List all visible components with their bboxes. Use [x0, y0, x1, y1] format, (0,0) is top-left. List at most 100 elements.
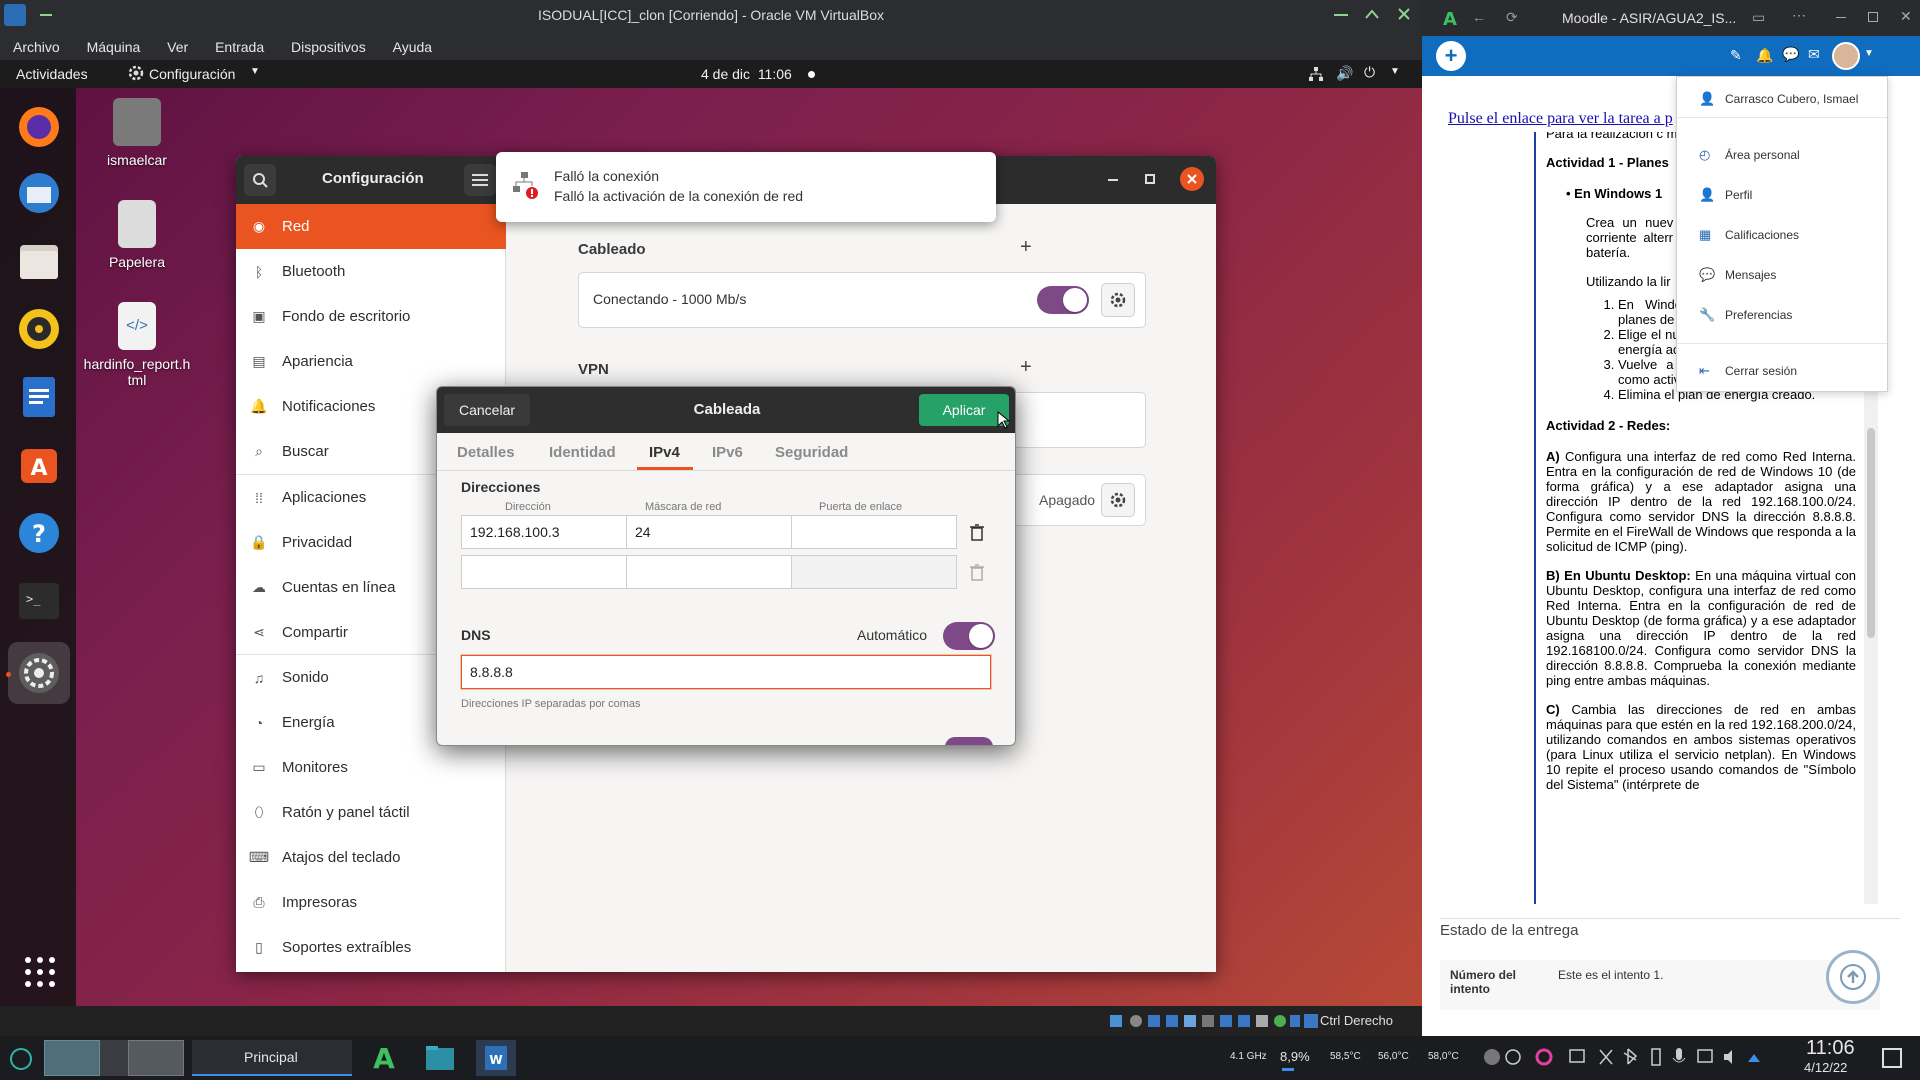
sidebar-item-red[interactable]: ◉ Red	[236, 204, 506, 249]
add-vpn-button[interactable]: +	[1020, 356, 1032, 379]
proxy-settings-button[interactable]	[1101, 483, 1135, 517]
scrollbar-thumb[interactable]	[1867, 428, 1875, 638]
close-button[interactable]: ✕	[1900, 8, 1912, 25]
avatar[interactable]	[1832, 42, 1860, 70]
minimize-button[interactable]	[1334, 14, 1348, 16]
menu-ver[interactable]: Ver	[154, 32, 198, 55]
gateway-field-1[interactable]	[791, 515, 957, 549]
add-button[interactable]: +	[1436, 41, 1466, 71]
app-icon-green-a[interactable]: A	[364, 1040, 404, 1076]
power-icon[interactable]: ⏻	[1364, 64, 1375, 81]
libreoffice-writer-icon[interactable]	[14, 372, 64, 422]
terminal-icon[interactable]: >_	[14, 576, 64, 626]
tab-identidad[interactable]: Identidad	[549, 444, 616, 461]
firefox-icon[interactable]	[14, 102, 64, 152]
address-field-1[interactable]: 192.168.100.3	[461, 515, 627, 549]
back-icon[interactable]: ←	[1472, 9, 1486, 25]
tab-detalles[interactable]: Detalles	[457, 444, 515, 461]
menu-dispositivos[interactable]: Dispositivos	[278, 32, 376, 55]
clock[interactable]: 4 de dic 11:06	[701, 66, 792, 82]
menu-item-calificaciones[interactable]: ▦ Calificaciones	[1699, 227, 1799, 243]
add-wired-button[interactable]: +	[1020, 236, 1032, 259]
help-icon[interactable]: ?	[14, 508, 64, 558]
task-link[interactable]: Pulse el enlace para ver la tarea a p	[1448, 110, 1673, 128]
app-menu[interactable]: Configuración	[149, 66, 235, 82]
chevron-down-icon[interactable]: ▼	[1390, 66, 1400, 77]
bell-icon[interactable]: 🔔	[1756, 47, 1773, 64]
chevron-down-icon[interactable]: ▼	[1864, 48, 1874, 59]
taskbar-clock[interactable]: 11:06	[1806, 1037, 1855, 1060]
system-tray-icons[interactable]	[1480, 1044, 1760, 1070]
tab-ipv4[interactable]: IPv4	[649, 444, 680, 461]
show-apps-grid-icon[interactable]	[24, 956, 56, 988]
menu-item-cerrar-sesion[interactable]: ⇤ Cerrar sesión	[1699, 363, 1797, 379]
start-menu-icon[interactable]	[10, 1048, 32, 1070]
activities-button[interactable]: Actividades	[16, 66, 88, 82]
back-to-top-button[interactable]	[1826, 950, 1880, 1004]
dns-automatic-toggle[interactable]	[943, 622, 995, 650]
menu-maquina[interactable]: Máquina	[74, 32, 151, 55]
workspace-1[interactable]	[44, 1040, 100, 1076]
netmask-field-1[interactable]: 24	[626, 515, 792, 549]
menu-item-area-personal[interactable]: ◴ Área personal	[1699, 147, 1800, 163]
sidebar-item-apariencia[interactable]: ▤ Apariencia	[236, 339, 506, 384]
menu-entrada[interactable]: Entrada	[202, 32, 274, 55]
address-field-2[interactable]	[461, 555, 627, 589]
menu-archivo[interactable]: Archivo	[0, 32, 70, 55]
files-icon[interactable]	[14, 236, 64, 286]
show-desktop-button[interactable]	[1882, 1048, 1902, 1068]
file-manager-icon[interactable]	[420, 1040, 460, 1076]
thunderbird-icon[interactable]	[14, 168, 64, 218]
sidebar-item-raton[interactable]: ⬯ Ratón y panel táctil	[236, 790, 506, 835]
cast-icon[interactable]: ▭	[1752, 9, 1765, 26]
sidebar-item-monitores[interactable]: ▭ Monitores	[236, 745, 506, 790]
search-button[interactable]	[244, 164, 276, 196]
virtualbox-task-icon[interactable]: W	[476, 1040, 516, 1076]
taskbar-window-principal[interactable]: Principal	[192, 1040, 352, 1076]
sidebar-item-soportes[interactable]: ▯ Soportes extraíbles	[236, 925, 506, 970]
desktop-html-file[interactable]: </> hardinfo_report.html	[77, 302, 197, 388]
gateway-field-2[interactable]	[791, 555, 957, 589]
sidebar-item-impresoras[interactable]: ⎙ Impresoras	[236, 880, 506, 925]
maximize-button[interactable]	[1145, 174, 1155, 184]
netmask-field-2[interactable]	[626, 555, 792, 589]
desktop-trash[interactable]: Papelera	[77, 200, 197, 270]
menu-item-user-name[interactable]: 👤 Carrasco Cubero, Ismael	[1699, 91, 1858, 107]
close-button[interactable]	[1396, 6, 1412, 22]
delete-row-button[interactable]	[965, 520, 989, 544]
sidebar-item-atajos[interactable]: ⌨ Atajos del teclado	[236, 835, 506, 880]
close-button[interactable]	[1180, 167, 1204, 191]
menu-item-mensajes[interactable]: 💬 Mensajes	[1699, 267, 1776, 283]
settings-icon[interactable]	[8, 642, 70, 704]
apply-button[interactable]: Aplicar	[919, 394, 1009, 426]
desktop-home-folder[interactable]: ismaelcar	[77, 98, 197, 168]
wired-toggle[interactable]	[1037, 286, 1089, 314]
menu-item-preferencias[interactable]: 🔧 Preferencias	[1699, 307, 1792, 323]
rhythmbox-icon[interactable]	[14, 304, 64, 354]
notification-banner[interactable]: Falló la conexión Falló la activación de…	[496, 152, 996, 222]
sidebar-item-bluetooth[interactable]: ᛒ Bluetooth	[236, 249, 506, 294]
more-icon[interactable]: ⋯	[1792, 7, 1806, 24]
menu-ayuda[interactable]: Ayuda	[380, 32, 442, 55]
chat-icon[interactable]: 💬	[1782, 46, 1799, 63]
hamburger-menu-button[interactable]	[464, 164, 496, 196]
dns-field[interactable]: 8.8.8.8	[461, 655, 991, 689]
pin-icon[interactable]: ✎	[1730, 47, 1742, 64]
minimize-button[interactable]	[1836, 17, 1846, 18]
wired-settings-button[interactable]	[1101, 283, 1135, 317]
reload-icon[interactable]: ⟳	[1506, 9, 1518, 26]
volume-icon[interactable]: 🔊	[1336, 65, 1353, 82]
tab-ipv6[interactable]: IPv6	[712, 444, 743, 461]
maximize-button[interactable]	[1868, 12, 1878, 22]
maximize-button[interactable]	[1364, 6, 1380, 22]
menu-item-perfil[interactable]: 👤 Perfil	[1699, 187, 1752, 203]
software-center-icon[interactable]: A	[14, 440, 64, 490]
tab-seguridad[interactable]: Seguridad	[775, 444, 848, 461]
workspace-3[interactable]	[128, 1040, 184, 1076]
network-icon[interactable]	[1308, 66, 1324, 82]
mail-icon[interactable]: ✉	[1808, 46, 1820, 63]
routes-automatic-toggle[interactable]	[945, 737, 993, 745]
minimize-button[interactable]	[1108, 179, 1118, 181]
sidebar-item-fondo[interactable]: ▣ Fondo de escritorio	[236, 294, 506, 339]
taskbar-date[interactable]: 4/12/22	[1804, 1060, 1847, 1075]
